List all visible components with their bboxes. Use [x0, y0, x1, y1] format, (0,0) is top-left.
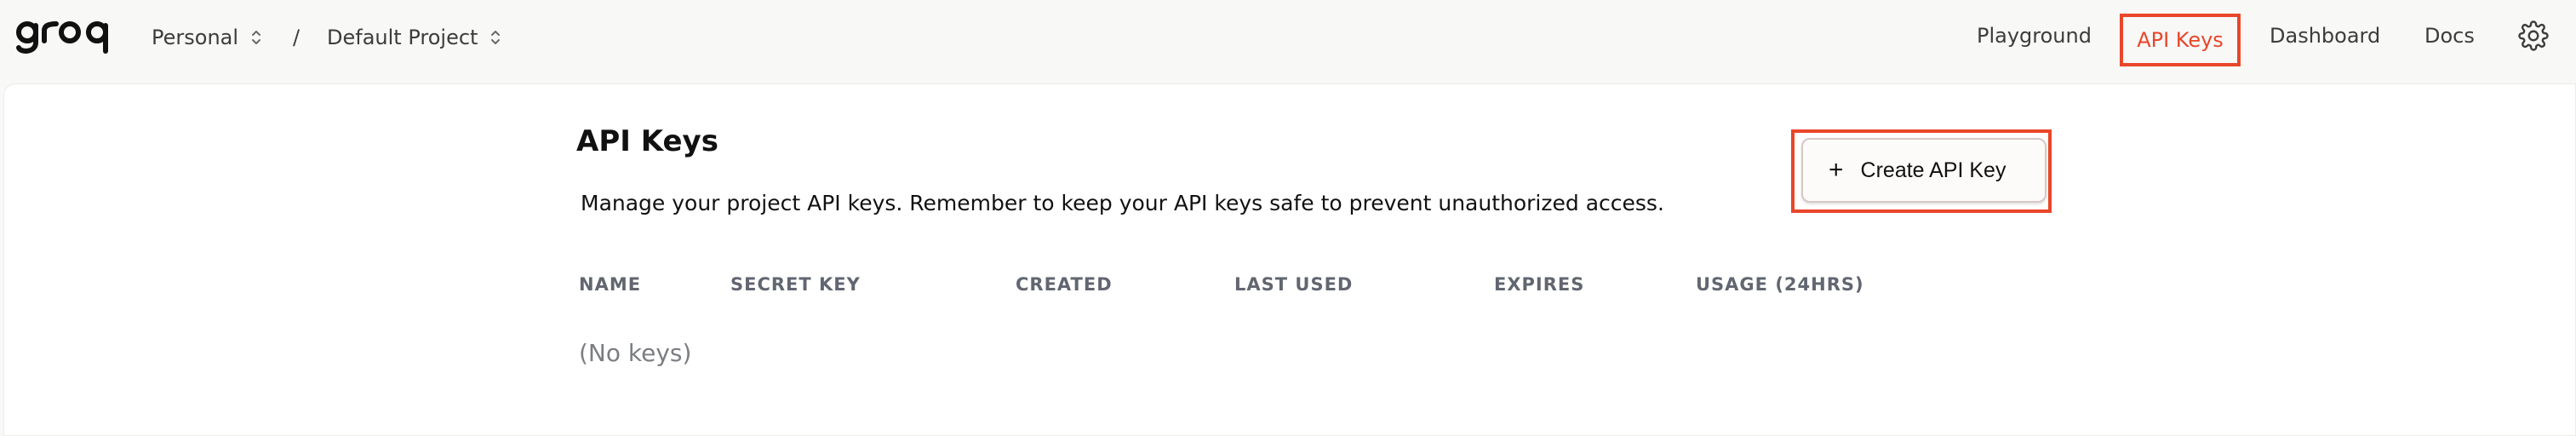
nav-docs-link[interactable]: Docs	[2424, 19, 2475, 53]
project-selector-label: Default Project	[327, 26, 478, 49]
create-api-key-label: Create API Key	[1860, 158, 2006, 182]
top-navigation-bar: Personal / Default Project Playground AP…	[0, 0, 2576, 82]
main-panel	[3, 83, 2576, 436]
column-header-created[interactable]: CREATED	[1016, 274, 1113, 295]
nav-api-keys-link[interactable]: API Keys	[2120, 14, 2241, 66]
page-title: API Keys	[576, 124, 718, 158]
settings-button[interactable]	[2518, 20, 2549, 51]
column-header-last-used[interactable]: LAST USED	[1234, 274, 1353, 295]
column-header-expires[interactable]: EXPIRES	[1494, 274, 1584, 295]
chevron-up-down-icon	[252, 31, 261, 44]
groq-logo[interactable]	[15, 7, 121, 61]
nav-dashboard-link[interactable]: Dashboard	[2270, 19, 2380, 53]
nav-playground-link[interactable]: Playground	[1977, 19, 2092, 53]
page-description: Manage your project API keys. Remember t…	[581, 191, 1664, 215]
breadcrumb-separator: /	[293, 26, 301, 49]
plus-icon: +	[1829, 156, 1844, 184]
create-api-key-button[interactable]: + Create API Key	[1801, 138, 2046, 203]
column-header-name[interactable]: NAME	[579, 274, 641, 295]
chevron-up-down-icon	[491, 31, 501, 44]
column-header-usage[interactable]: USAGE (24HRS)	[1696, 274, 1864, 295]
empty-table-message: (No keys)	[579, 339, 692, 367]
org-selector[interactable]: Personal	[152, 20, 262, 54]
gear-icon	[2518, 20, 2549, 51]
org-selector-label: Personal	[152, 26, 239, 49]
project-selector[interactable]: Default Project	[327, 20, 501, 54]
groq-logo-icon	[16, 21, 108, 54]
column-header-secret-key[interactable]: SECRET KEY	[730, 274, 861, 295]
